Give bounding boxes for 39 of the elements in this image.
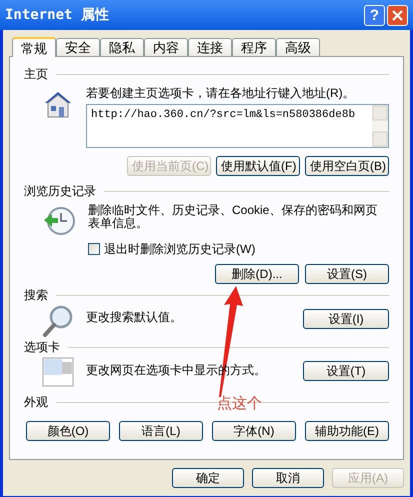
tab[interactable]: 隐私 bbox=[100, 38, 144, 56]
dialog-button[interactable]: 颜色(O) bbox=[26, 421, 110, 441]
tab[interactable]: 连接 bbox=[188, 38, 232, 56]
checkbox-label: 退出时删除浏览历史记录(W) bbox=[104, 241, 256, 258]
dialog-button[interactable]: 设置(I) bbox=[303, 309, 389, 329]
dialog-button[interactable]: 删除(D)... bbox=[215, 264, 299, 284]
dialog-button[interactable]: 语言(L) bbox=[119, 421, 203, 441]
dialog-button[interactable]: 使用空白页(B) bbox=[305, 156, 389, 176]
tab[interactable]: 安全 bbox=[56, 38, 100, 56]
dialog-button[interactable]: 使用默认值(F) bbox=[216, 156, 300, 176]
close-button[interactable] bbox=[387, 4, 408, 26]
window-title: Internet 属性 bbox=[5, 6, 109, 24]
section-title: 浏览历史记录 bbox=[24, 184, 96, 198]
scrollbar[interactable] bbox=[372, 105, 388, 147]
section-title: 选项卡 bbox=[24, 340, 60, 354]
dialog-button[interactable]: 确定 bbox=[172, 468, 244, 488]
section-description: 若要创建主页选项卡，请在各地址行键入地址(R)。 bbox=[86, 85, 356, 102]
help-button[interactable]: ? bbox=[364, 4, 385, 26]
checkbox[interactable] bbox=[88, 243, 100, 255]
url-field[interactable]: http://hao.360.cn/?src=lm&ls=n580386de8b bbox=[86, 104, 389, 148]
dialog-button[interactable]: 设置(T) bbox=[303, 361, 389, 381]
close-icon bbox=[392, 10, 403, 20]
section-description: 删除临时文件、历史记录、Cookie、保存的密码和网页表单信息。 bbox=[88, 204, 378, 230]
clock-icon bbox=[42, 204, 76, 238]
tab[interactable]: 高级 bbox=[276, 38, 320, 56]
section-title: 外观 bbox=[24, 395, 48, 409]
search-icon bbox=[42, 304, 74, 338]
annotation-text: 点这个 bbox=[217, 396, 262, 411]
dialog-button[interactable]: 辅助功能(E) bbox=[305, 421, 389, 441]
dialog-button[interactable]: 设置(S) bbox=[305, 264, 389, 284]
section-title: 搜索 bbox=[24, 288, 48, 302]
tab[interactable]: 常规 bbox=[12, 37, 56, 57]
section-description: 更改搜索默认值。 bbox=[86, 309, 183, 326]
tab[interactable]: 程序 bbox=[232, 38, 276, 56]
section-title: 主页 bbox=[24, 67, 48, 81]
dialog-button[interactable]: 字体(N) bbox=[212, 421, 296, 441]
dialog-button[interactable]: 取消 bbox=[252, 468, 324, 488]
tabs-icon bbox=[42, 357, 74, 387]
tab[interactable]: 内容 bbox=[144, 38, 188, 56]
